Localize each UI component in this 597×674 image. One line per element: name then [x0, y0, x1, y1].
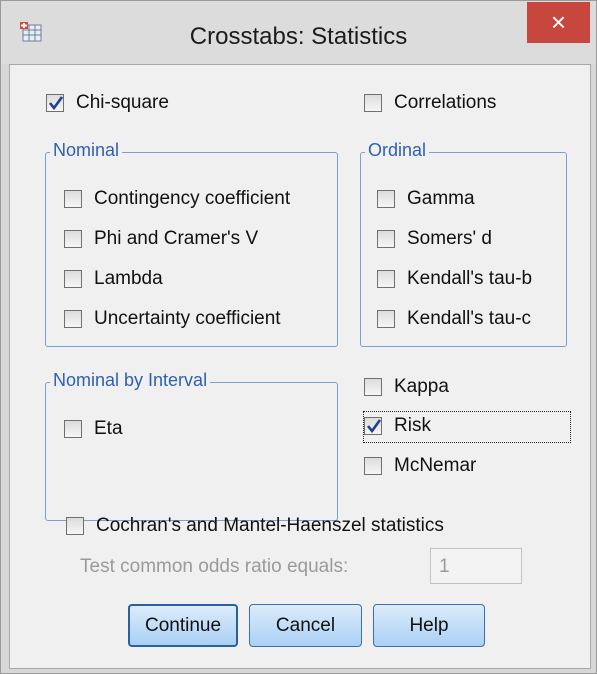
checkbox-box — [64, 310, 82, 328]
nominal-group-title: Nominal — [50, 140, 123, 161]
cochran-mantel-haenszel-label: Cochran's and Mantel-Haenszel statistics — [96, 515, 444, 536]
kappa-label: Kappa — [394, 376, 449, 397]
checkbox-box — [377, 190, 395, 208]
chi-square-label: Chi-square — [76, 92, 169, 113]
checkbox-box — [64, 270, 82, 288]
checkbox-box — [64, 230, 82, 248]
cancel-button[interactable]: Cancel — [249, 604, 362, 647]
kendalls-tau-c-label: Kendall's tau-c — [407, 308, 532, 329]
checkmark-icon — [366, 419, 382, 434]
eta-label: Eta — [94, 418, 123, 439]
nominal-by-interval-group: Nominal by Interval — [45, 370, 338, 521]
crosstabs-statistics-dialog: Crosstabs: Statistics × Chi-square Corre… — [0, 0, 597, 674]
checkmark-icon — [48, 96, 64, 111]
risk-label: Risk — [394, 415, 431, 436]
checkbox-box — [377, 230, 395, 248]
correlations-label: Correlations — [394, 92, 497, 113]
odds-ratio-input[interactable]: 1 — [430, 548, 522, 584]
gamma-label: Gamma — [407, 188, 475, 209]
continue-button[interactable]: Continue — [128, 604, 238, 647]
ordinal-group-title: Ordinal — [365, 140, 430, 161]
checkbox-box — [377, 310, 395, 328]
close-button[interactable]: × — [527, 2, 590, 43]
nominal-by-interval-group-title: Nominal by Interval — [50, 370, 211, 391]
dialog-title: Crosstabs: Statistics — [189, 23, 408, 50]
checkbox-box — [364, 378, 382, 396]
checkbox-box — [377, 270, 395, 288]
dialog-body: Chi-square Correlations Nominal Continge… — [9, 64, 591, 669]
risk-checkbox[interactable]: Risk — [363, 411, 571, 443]
somers-d-label: Somers' d — [407, 228, 492, 249]
close-icon: × — [550, 7, 567, 37]
checkbox-box — [364, 417, 382, 435]
odds-ratio-label: Test common odds ratio equals: — [80, 556, 349, 577]
contingency-coefficient-label: Contingency coefficient — [94, 188, 291, 209]
help-button[interactable]: Help — [373, 604, 485, 647]
lambda-label: Lambda — [94, 268, 163, 289]
title-bar[interactable]: Crosstabs: Statistics × — [1, 1, 596, 64]
checkbox-box — [64, 190, 82, 208]
checkbox-box — [46, 94, 64, 112]
checkbox-box — [64, 420, 82, 438]
checkbox-box — [66, 517, 84, 535]
checkbox-box — [364, 457, 382, 475]
uncertainty-coefficient-label: Uncertainty coefficient — [94, 308, 281, 329]
mcnemar-label: McNemar — [394, 455, 477, 476]
checkbox-box — [364, 94, 382, 112]
phi-cramers-v-label: Phi and Cramer's V — [94, 228, 259, 249]
kendalls-tau-b-label: Kendall's tau-b — [407, 268, 533, 289]
